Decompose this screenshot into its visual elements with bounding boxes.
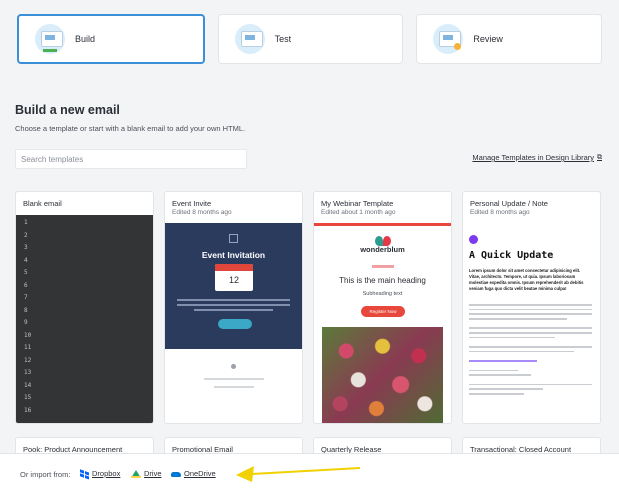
webinar-register-button: Register Now [361,306,405,317]
template-title: Personal Update / Note [470,199,548,208]
build-illustration-icon [35,24,65,54]
import-drive-link[interactable]: Drive [131,469,162,478]
line-number: 15 [24,394,32,401]
step-build-label: Build [75,34,96,44]
template-grid: Blank email 1 2 3 4 5 6 7 8 9 10 11 12 1… [15,191,601,424]
event-preview-button [218,319,252,329]
template-title: My Webinar Template [321,199,394,208]
google-drive-icon [131,469,141,478]
tulips-photo [322,327,443,423]
webinar-heading: This is the main heading [339,276,426,285]
template-edited-meta: Edited about 1 month ago [321,209,396,216]
template-card-blank-email[interactable]: Blank email 1 2 3 4 5 6 7 8 9 10 11 12 1… [15,191,154,424]
import-onedrive-link[interactable]: OneDrive [171,469,216,478]
line-number: 12 [24,356,32,364]
webinar-subheading: Subheading text [362,291,403,297]
webinar-brand: wonderblum [360,245,405,254]
step-tabs: Build Test Review [17,14,603,64]
manage-templates-link[interactable]: Manage Templates in Design Library ⧉ [472,153,602,162]
step-build[interactable]: Build [17,14,205,64]
line-number: 2 [24,231,28,239]
code-editor-preview: 1 2 3 4 5 6 7 8 9 10 11 12 13 14 15 16 [16,215,153,423]
line-number: 16 [24,406,32,414]
step-review-label: Review [473,34,503,44]
page-title: Build a new email [15,103,120,117]
page-subtitle: Choose a template or start with a blank … [15,124,246,133]
line-number: 11 [24,344,32,351]
line-number: 14 [24,381,32,389]
event-preview-heading: Event Invitation [201,250,266,260]
import-dropbox-link[interactable]: Dropbox [80,469,120,478]
dropbox-label: Dropbox [92,469,121,478]
line-number: 1 [24,219,28,226]
template-card-personal-update[interactable]: Personal Update / Note Edited 8 months a… [462,191,601,424]
onedrive-label: OneDrive [184,469,216,478]
step-test[interactable]: Test [217,14,404,64]
event-logo-icon [229,234,238,243]
footer-logo-icon [231,364,236,369]
line-number: 5 [24,269,28,276]
onedrive-icon [171,472,181,477]
personal-update-lead: Lorem ipsum dolor sit amet consectetur a… [469,268,584,291]
personal-update-body [469,304,592,398]
drive-label: Drive [144,469,162,478]
step-test-label: Test [274,34,292,44]
line-number: 7 [24,294,28,301]
template-card-webinar[interactable]: My Webinar Template Edited about 1 month… [313,191,452,424]
calendar-icon: 12 [215,264,253,291]
calendar-day: 12 [228,275,239,285]
template-edited-meta: Edited 8 months ago [470,209,530,216]
template-card-event-invite[interactable]: Event Invite Edited 8 months ago Event I… [164,191,303,424]
line-number: 4 [24,256,28,264]
webinar-tag [372,265,394,268]
template-edited-meta: Edited 8 months ago [172,209,232,216]
line-number: 9 [24,319,28,326]
search-templates-input[interactable] [15,149,247,169]
webinar-accent-bar [314,223,451,226]
test-illustration-icon [234,24,265,54]
import-label: Or import from: [20,470,71,479]
event-invite-preview: Event Invitation 12 [165,223,302,423]
line-number: 8 [24,306,28,314]
template-title: Blank email [23,199,62,208]
line-number: 13 [24,369,32,376]
line-number: 3 [24,244,28,251]
dropbox-icon [80,470,89,478]
line-number: 10 [24,331,32,339]
brand-mark-icon [469,235,478,244]
template-title: Event Invite [172,199,212,208]
external-link-icon: ⧉ [597,153,602,161]
personal-update-heading: A Quick Update [469,250,554,261]
step-review[interactable]: Review [416,14,603,64]
review-illustration-icon [433,24,464,54]
highlight-arrow-icon [236,466,361,482]
line-number: 6 [24,281,28,289]
manage-templates-label: Manage Templates in Design Library [472,153,594,162]
